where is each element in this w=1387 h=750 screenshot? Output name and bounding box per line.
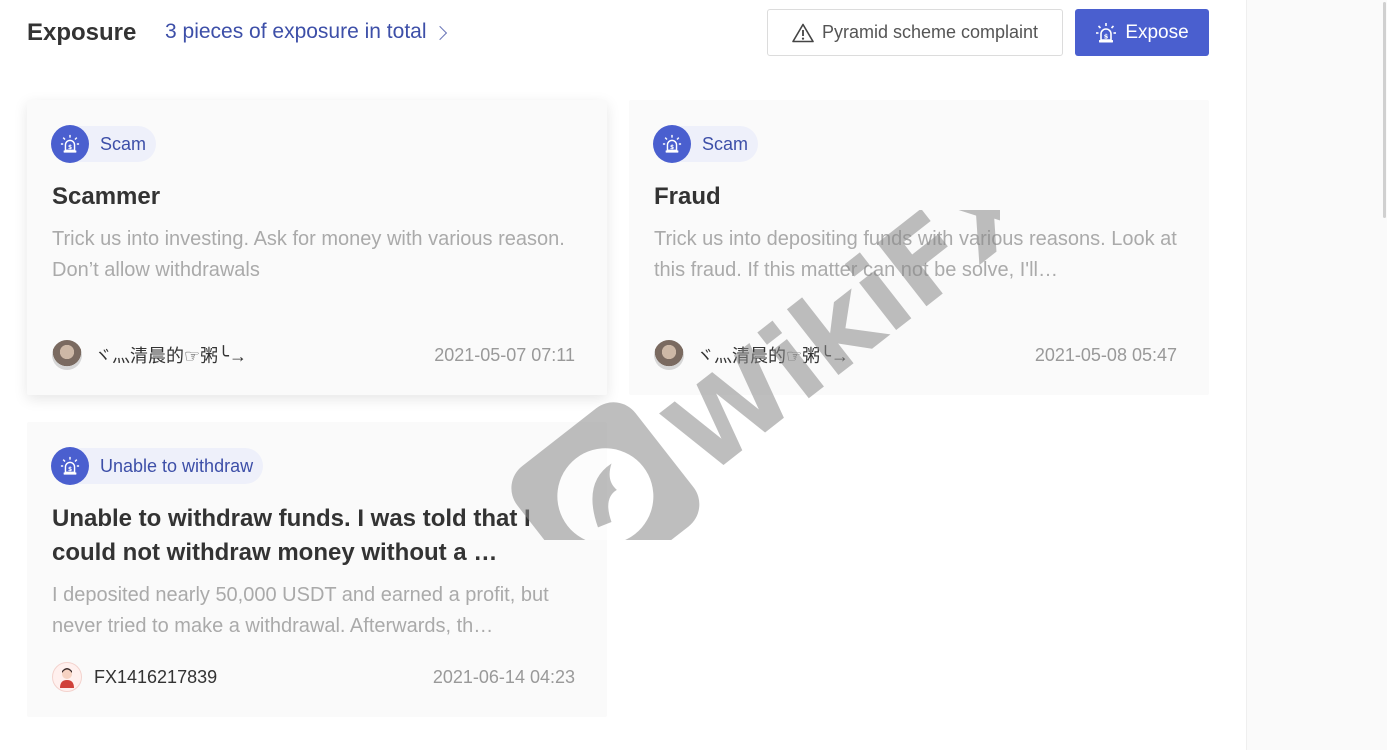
right-panel (1246, 0, 1387, 750)
card-title: Fraud (654, 183, 721, 210)
author: ヾ灬清晨的☞粥╰→ (654, 340, 849, 370)
card-footer: ヾ灬清晨的☞粥╰→ 2021-05-08 05:47 (654, 340, 1177, 370)
avatar (52, 662, 82, 692)
post-date: 2021-06-14 04:23 (432, 666, 575, 687)
card-footer: FX1416217839 2021-06-14 04:23 (52, 662, 575, 692)
exposure-card[interactable]: $ Scam Fraud Trick us into depositing fu… (629, 100, 1209, 395)
author-name: ヾ灬清晨的☞粥╰→ (94, 346, 247, 366)
svg-text:$: $ (68, 467, 72, 473)
card-description: Trick us into depositing funds with vari… (654, 228, 1177, 281)
category-tag-label: Scam (702, 133, 749, 154)
post-date: 2021-05-07 07:11 (434, 344, 575, 365)
category-tag-label: Scam (100, 133, 147, 154)
card-description: Trick us into investing. Ask for money w… (52, 228, 565, 281)
warning-triangle-icon (792, 23, 814, 42)
svg-text:$: $ (68, 145, 72, 151)
card-footer: ヾ灬清晨的☞粥╰→ 2021-05-07 07:11 (52, 340, 575, 370)
svg-text:$: $ (1104, 32, 1109, 40)
category-tag: $ Scam (51, 125, 157, 163)
user-avatar-icon (60, 668, 74, 688)
category-tag: $ Unable to withdraw (51, 447, 264, 485)
author-name: ヾ灬清晨的☞粥╰→ (696, 346, 849, 366)
alarm-light-icon: $ (51, 125, 89, 163)
svg-text:$: $ (670, 145, 674, 151)
page-title: Exposure (27, 19, 137, 46)
avatar (654, 340, 684, 370)
exposure-total-link[interactable]: 3 pieces of exposure in total (165, 20, 447, 44)
expose-button[interactable]: $ Expose (1075, 9, 1209, 56)
exposure-header: Exposure 3 pieces of exposure in total P… (27, 9, 1209, 56)
category-tag: $ Scam (653, 125, 759, 163)
category-tag-label: Unable to withdraw (100, 455, 254, 476)
card-description: I deposited nearly 50,000 USDT and earne… (52, 584, 549, 637)
pyramid-complaint-button[interactable]: Pyramid scheme complaint (767, 9, 1063, 56)
author: FX1416217839 (52, 662, 217, 692)
post-date: 2021-05-08 05:47 (1034, 344, 1177, 365)
alarm-light-icon: $ (653, 125, 691, 163)
chevron-right-icon (432, 25, 447, 41)
scrollbar-thumb[interactable] (1383, 2, 1386, 218)
exposure-card[interactable]: $ Scam Scammer Trick us into investing. … (27, 100, 607, 395)
author-name: FX1416217839 (94, 666, 218, 687)
card-title: Scammer (52, 183, 161, 210)
exposure-total-label: 3 pieces of exposure in total (165, 20, 427, 43)
author: ヾ灬清晨的☞粥╰→ (52, 340, 247, 370)
expose-label: Expose (1125, 21, 1189, 43)
avatar (52, 340, 82, 370)
exposure-card[interactable]: $ Unable to withdraw Unable to withdraw … (27, 422, 607, 717)
alarm-light-icon: $ (1096, 22, 1117, 42)
alarm-light-icon: $ (51, 447, 89, 485)
card-title: Unable to withdraw funds. I was told tha… (52, 505, 531, 566)
pyramid-complaint-label: Pyramid scheme complaint (821, 22, 1039, 42)
